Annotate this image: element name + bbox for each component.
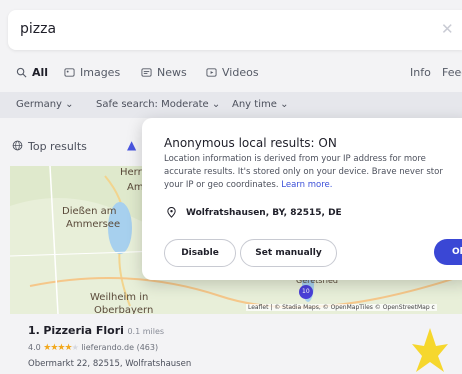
listing-rating: 4.0 ★★★★★ lieferando.de (463) (28, 343, 159, 353)
tab-info[interactable]: Info (410, 66, 431, 79)
star-rating-icon: ★★★★ (43, 343, 72, 353)
map-label: Herr (120, 167, 142, 178)
safe-search-filter[interactable]: Safe search: Moderate ⌄ (96, 99, 220, 110)
location-pin-icon (167, 207, 176, 218)
tab-feed[interactable]: Feed (442, 66, 462, 79)
tab-label: All (32, 66, 49, 79)
listing-title[interactable]: 1. Pizzeria Flori 0.1 miles (28, 324, 164, 337)
map-label: Weilheim in (90, 292, 149, 303)
map-label: Ammersee (66, 219, 121, 230)
tab-videos[interactable]: Videos (206, 66, 259, 79)
map-marker[interactable]: 10 (302, 288, 310, 295)
tab-news[interactable]: News (141, 66, 187, 79)
tab-label: Images (80, 66, 121, 79)
listing-address: Obermarkt 22, 82515, Wolfratshausen (28, 359, 192, 369)
tab-label: Videos (222, 66, 259, 79)
filter-bar: Germany ⌄ Safe search: Moderate ⌄ Any ti… (0, 92, 462, 118)
decorative-illustration (412, 328, 448, 372)
tab-all[interactable]: All (16, 66, 48, 79)
tab-label: Feed (442, 66, 462, 79)
set-manually-button[interactable]: Set manually (240, 239, 337, 267)
chevron-down-icon: ⌄ (211, 99, 221, 110)
chevron-down-icon: ⌄ (280, 99, 289, 110)
top-results-tab[interactable]: Top results (28, 140, 87, 153)
result-listing[interactable]: 1. Pizzeria Flori 0.1 miles 4.0 ★★★★★ li… (0, 316, 462, 374)
learn-more-link[interactable]: Learn more. (281, 180, 332, 190)
tab-label: Info (410, 66, 431, 79)
search-icon (16, 67, 27, 78)
search-tabs: All Images News Videos Info Feed (0, 58, 462, 88)
listing-source: lieferando.de (463) (81, 343, 159, 352)
globe-icon (12, 140, 23, 151)
country-filter[interactable]: Germany ⌄ (16, 99, 74, 110)
map-attribution: Leaflet | © Stadia Maps, © OpenMapTiles … (246, 304, 437, 311)
map-label: Dießen am (62, 206, 117, 217)
search-input[interactable]: pizza (20, 21, 56, 37)
warning-icon: ▲ (127, 138, 137, 152)
popover-title: Anonymous local results: ON (164, 136, 337, 150)
video-icon (206, 68, 217, 77)
browser-page: pizza ✕ All Images News Videos Info Feed… (0, 0, 462, 374)
popover-body: Location information is derived from you… (164, 154, 443, 190)
location-popover: Anonymous local results: ON Location inf… (142, 118, 462, 280)
listing-distance: 0.1 miles (127, 327, 165, 336)
star-empty-icon: ★ (71, 343, 79, 352)
disable-button[interactable]: Disable (164, 239, 236, 267)
map-label: Oberbayern (94, 305, 154, 314)
close-icon[interactable]: ✕ (441, 20, 454, 38)
ok-button[interactable]: Ol (434, 239, 462, 265)
tab-label: News (157, 66, 187, 79)
image-icon (64, 68, 75, 77)
chevron-down-icon: ⌄ (65, 99, 74, 110)
news-icon (141, 68, 152, 77)
search-bar[interactable]: pizza ✕ (8, 10, 462, 50)
location-text: Wolfratshausen, BY, 82515, DE (186, 208, 342, 218)
tab-images[interactable]: Images (64, 66, 120, 79)
time-filter[interactable]: Any time ⌄ (232, 99, 288, 110)
